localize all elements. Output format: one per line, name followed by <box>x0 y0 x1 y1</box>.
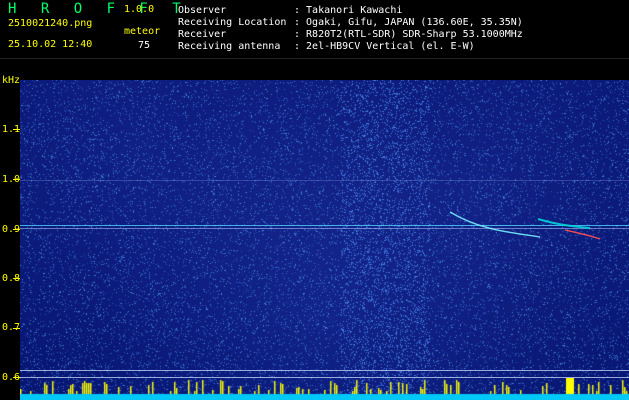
y-tick <box>13 328 20 329</box>
y-tick-label: 0.8 <box>2 273 21 284</box>
header-separator <box>0 58 629 59</box>
meteor-strength-strip <box>20 378 629 400</box>
meteor-echo <box>449 211 541 238</box>
image-filename: 2510021240.png <box>8 18 93 29</box>
meteor-echo <box>537 218 591 229</box>
meteor-label: meteor <box>124 26 161 37</box>
y-tick-label: 1.0 <box>2 174 21 185</box>
y-tick <box>13 229 20 230</box>
spectrogram-plot <box>20 80 629 400</box>
location-value: : Ogaki, Gifu, JAPAN (136.60E, 35.35N) <box>294 17 523 28</box>
y-tick <box>13 179 20 180</box>
meteor-count: 75 <box>138 40 151 51</box>
receiver-label: Receiver <box>178 29 227 40</box>
y-tick-label: 0.6 <box>2 372 21 383</box>
y-tick <box>13 278 20 279</box>
observation-datetime: 25.10.02 12:40 <box>8 39 93 50</box>
antenna-label: Receiving antenna <box>178 41 281 52</box>
antenna-value: : 2el-HB9CV Vertical (el. E-W) <box>294 41 475 52</box>
unit-label: kHz <box>2 75 21 86</box>
location-label: Receiving Location <box>178 17 287 28</box>
y-tick-label: 0.9 <box>2 224 21 235</box>
y-tick <box>13 129 20 130</box>
hroft-display: H R O F F T 1.0.0 2510021240.png 25.10.0… <box>0 0 629 400</box>
observer-label: Observer <box>178 5 227 16</box>
meteor-echoes <box>449 211 601 240</box>
y-tick <box>13 377 20 378</box>
meteor-echo <box>564 229 601 240</box>
observer-value: : Takanori Kawachi <box>294 5 403 16</box>
receiver-value: : R820T2(RTL-SDR) SDR-Sharp 53.1000MHz <box>294 29 523 40</box>
y-tick-label: 1.1 <box>2 124 21 135</box>
app-version: 1.0.0 <box>124 4 155 15</box>
app-brand: H R O F F T <box>8 1 189 17</box>
